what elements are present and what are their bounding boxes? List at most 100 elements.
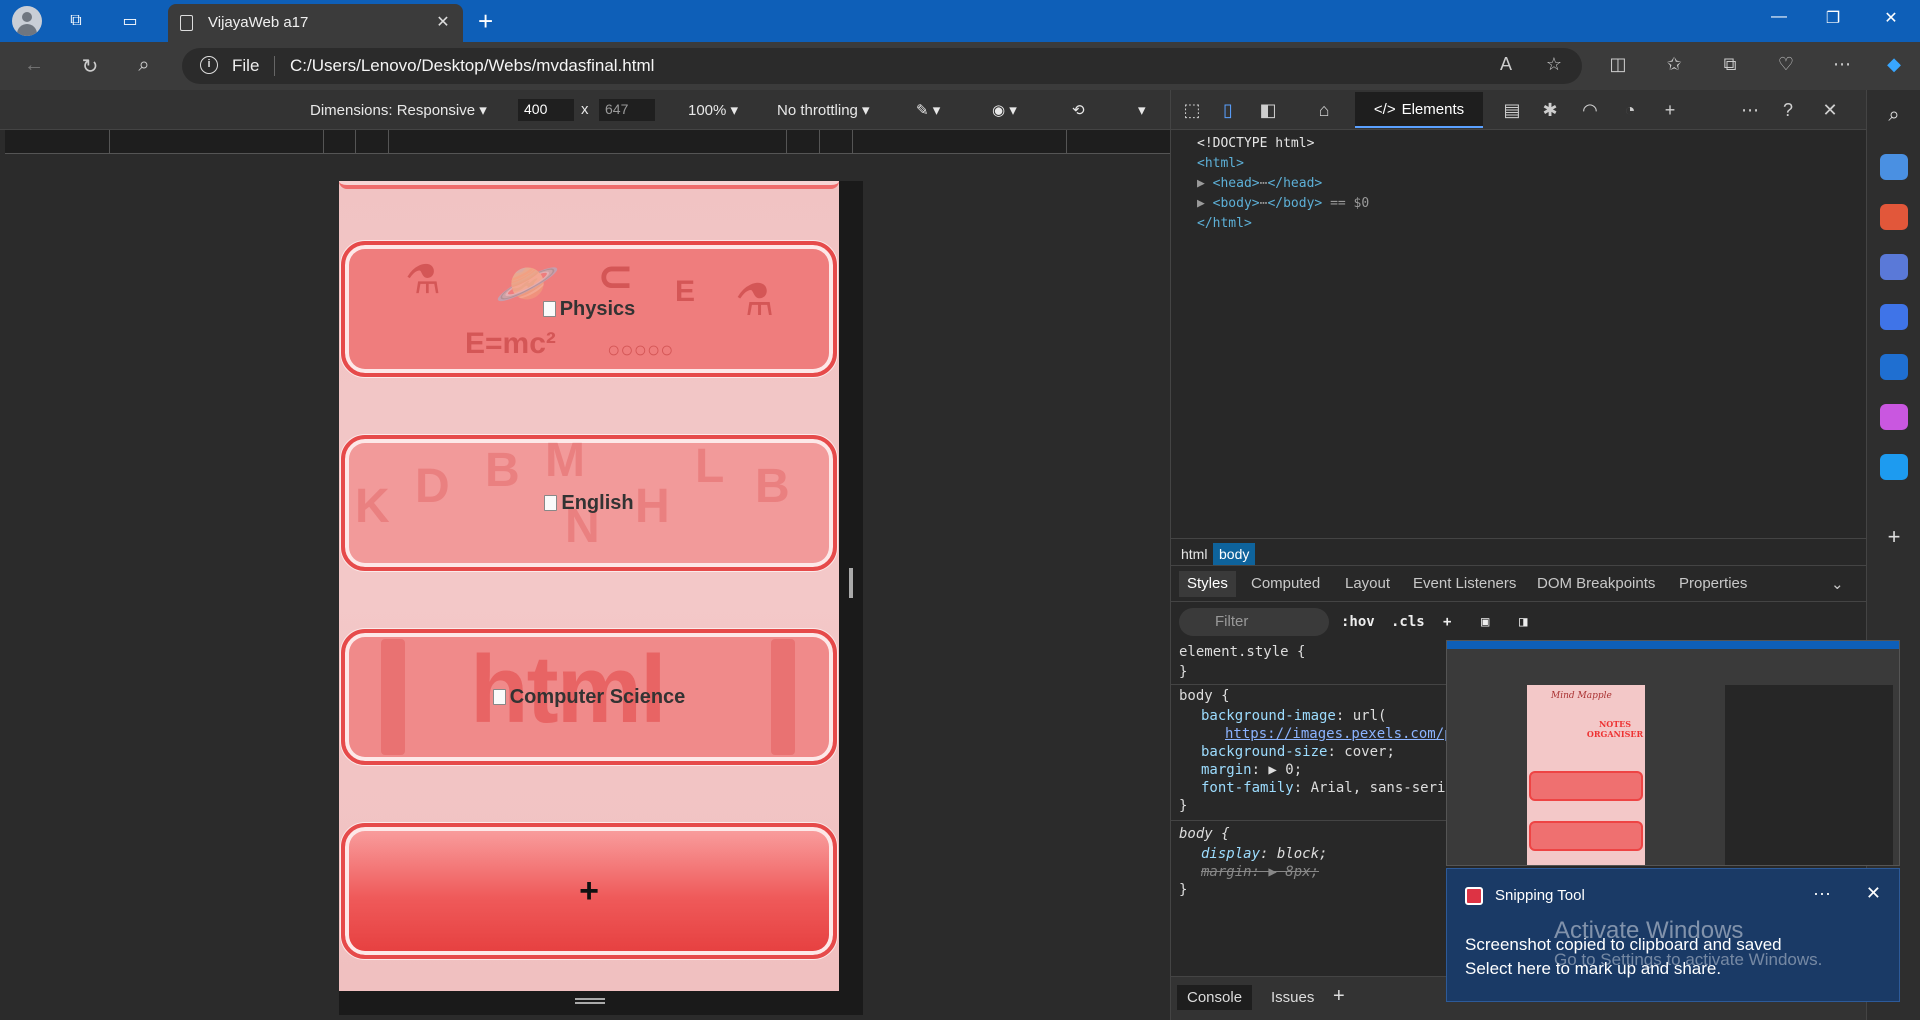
html-open-line[interactable]: <html> xyxy=(1197,156,1244,171)
copilot-icon[interactable]: ◆ xyxy=(1880,54,1908,75)
more-options-chevron-icon[interactable]: ▾ xyxy=(1138,101,1146,119)
element-style-selector[interactable]: element.style { xyxy=(1179,644,1305,660)
expand-arrow-icon[interactable]: ▶ xyxy=(1197,196,1205,211)
media-query-ruler[interactable] xyxy=(5,130,1170,154)
dock-icon[interactable]: ◧ xyxy=(1255,100,1281,121)
tab-computed[interactable]: Computed xyxy=(1251,575,1320,592)
designer-icon[interactable] xyxy=(1880,404,1908,430)
physics-card[interactable]: ⚗ 🪐 ⊂ E ⚗ E=mc² ○○○○○ Physics xyxy=(341,241,837,377)
more-menu-icon[interactable]: ⋯ xyxy=(1828,54,1856,75)
english-card[interactable]: K D B M H L B N English xyxy=(341,435,837,571)
english-label[interactable]: English xyxy=(544,492,634,515)
viewport-resize-bottom[interactable] xyxy=(339,991,863,1015)
body-node[interactable]: ▶ <body>⋯</body> == $0 xyxy=(1197,196,1369,211)
eyedropper-icon[interactable]: ✎ ▾ xyxy=(916,101,940,119)
width-input[interactable]: 400 xyxy=(518,99,574,121)
breadcrumb-html[interactable]: html xyxy=(1175,543,1213,565)
tab-properties[interactable]: Properties xyxy=(1679,575,1747,592)
help-icon[interactable]: ? xyxy=(1775,100,1801,121)
restore-icon[interactable]: ❐ xyxy=(1818,8,1848,28)
profile-avatar[interactable] xyxy=(12,6,42,36)
close-tab-icon[interactable]: ✕ xyxy=(433,12,453,32)
minimize-icon[interactable]: — xyxy=(1764,8,1794,26)
tab-dom-breakpoints[interactable]: DOM Breakpoints xyxy=(1537,575,1655,592)
vertical-tabs-icon[interactable]: ▭ xyxy=(117,9,143,33)
background-image-link[interactable]: https://images.pexels.com/p xyxy=(1225,726,1453,742)
workspaces-icon[interactable]: ⧉ xyxy=(63,9,89,33)
send-icon[interactable] xyxy=(1880,454,1908,480)
computer-science-label[interactable]: Computer Science xyxy=(492,686,685,709)
url-text[interactable]: C:/Users/Lenovo/Desktop/Webs/mvdasfinal.… xyxy=(290,56,654,76)
vision-deficiency-icon[interactable]: ◉ ▾ xyxy=(992,101,1017,119)
html-close-line[interactable]: </html> xyxy=(1197,216,1252,231)
margin-decl[interactable]: margin: ▶ 0; xyxy=(1201,762,1302,778)
console-icon[interactable]: ▤ xyxy=(1499,100,1525,121)
search-icon[interactable]: ⌕ xyxy=(130,54,158,77)
more-tools-icon[interactable]: + xyxy=(1657,100,1683,121)
close-icon[interactable]: ✕ xyxy=(1866,883,1881,904)
screenshot-preview[interactable]: Mind Mapple NOTES ORGANISER xyxy=(1446,640,1900,866)
add-subject-button[interactable]: + xyxy=(341,823,837,959)
tab-event-listeners[interactable]: Event Listeners xyxy=(1413,575,1516,592)
browser-tab[interactable]: VijayaWeb a17 ✕ xyxy=(168,4,463,42)
microsoft-365-icon[interactable] xyxy=(1880,304,1908,330)
shopping-tag-icon[interactable] xyxy=(1880,154,1908,180)
ua-body-rule-selector[interactable]: body { xyxy=(1179,826,1230,842)
back-icon[interactable]: ← xyxy=(20,54,48,77)
add-drawer-tab-icon[interactable]: + xyxy=(1333,985,1345,1008)
info-icon[interactable]: i xyxy=(200,56,218,74)
add-icon[interactable]: + xyxy=(1880,524,1908,550)
performance-icon[interactable]: ◔ xyxy=(1617,100,1643,121)
body-rule-selector[interactable]: body { xyxy=(1179,688,1230,704)
network-icon[interactable]: ◠ xyxy=(1577,100,1603,121)
breadcrumb-body[interactable]: body xyxy=(1213,543,1256,565)
read-aloud-icon[interactable]: A xyxy=(1492,54,1520,75)
physics-label[interactable]: Physics xyxy=(542,298,635,321)
new-rule-icon[interactable]: + xyxy=(1443,614,1451,630)
background-size-decl[interactable]: background-size: cover; xyxy=(1201,744,1395,760)
tab-console[interactable]: Console xyxy=(1177,985,1253,1010)
resize-grip-icon[interactable] xyxy=(575,998,605,1004)
tab-styles[interactable]: Styles xyxy=(1179,571,1236,597)
outlook-icon[interactable] xyxy=(1880,354,1908,380)
hover-state-toggle[interactable]: :hov xyxy=(1341,614,1375,630)
favorites-icon[interactable]: ✩ xyxy=(1660,54,1688,75)
font-family-decl[interactable]: font-family: Arial, sans-serif xyxy=(1201,780,1454,796)
games-icon[interactable] xyxy=(1880,254,1908,280)
toolbox-icon[interactable] xyxy=(1880,204,1908,230)
inspect-icon[interactable]: ⬚ xyxy=(1179,100,1205,121)
browser-essentials-icon[interactable]: ♡ xyxy=(1772,54,1800,75)
head-node[interactable]: ▶ <head>⋯</head> xyxy=(1197,176,1322,191)
customize-icon[interactable]: ⋯ xyxy=(1737,100,1763,121)
collections-icon[interactable]: ⧉ xyxy=(1716,54,1744,75)
search-icon[interactable]: ⌕ xyxy=(1880,104,1908,130)
rotate-icon[interactable]: ⟲ xyxy=(1072,101,1085,119)
resize-handle-icon[interactable] xyxy=(849,568,853,598)
favorite-star-icon[interactable]: ☆ xyxy=(1540,54,1568,75)
tab-layout[interactable]: Layout xyxy=(1345,575,1390,592)
zoom-dropdown[interactable]: 100% ▾ xyxy=(688,101,738,119)
background-image-decl[interactable]: background-image: url( xyxy=(1201,708,1386,724)
tab-elements[interactable]: </> Elements xyxy=(1355,92,1483,128)
address-input[interactable]: i File C:/Users/Lenovo/Desktop/Webs/mvda… xyxy=(182,48,1582,84)
filter-input[interactable]: Filter xyxy=(1179,608,1329,636)
paint-icon[interactable]: ▣ xyxy=(1481,614,1489,630)
device-emulation-icon[interactable]: ▯ xyxy=(1215,100,1241,121)
home-icon[interactable]: ⌂ xyxy=(1311,100,1337,121)
sidebar-toggle-icon[interactable]: ◨ xyxy=(1519,614,1527,630)
class-toggle[interactable]: .cls xyxy=(1391,614,1425,630)
tab-issues[interactable]: Issues xyxy=(1271,989,1314,1006)
split-screen-icon[interactable]: ◫ xyxy=(1604,54,1632,75)
close-devtools-icon[interactable]: ✕ xyxy=(1817,100,1843,121)
refresh-icon[interactable]: ↻ xyxy=(76,54,104,79)
more-icon[interactable]: ··· xyxy=(1813,883,1831,904)
doctype-line[interactable]: <!DOCTYPE html> xyxy=(1197,136,1314,151)
height-input[interactable]: 647 xyxy=(599,99,655,121)
bug-icon[interactable]: ✱ xyxy=(1537,100,1563,121)
throttling-dropdown[interactable]: No throttling ▾ xyxy=(777,101,870,119)
dimensions-dropdown[interactable]: Dimensions: Responsive ▾ xyxy=(310,101,487,119)
expand-arrow-icon[interactable]: ▶ xyxy=(1197,176,1205,191)
new-tab-button[interactable]: + xyxy=(478,6,493,37)
close-window-icon[interactable]: ✕ xyxy=(1876,8,1906,28)
computer-science-card[interactable]: html Computer Science xyxy=(341,629,837,765)
